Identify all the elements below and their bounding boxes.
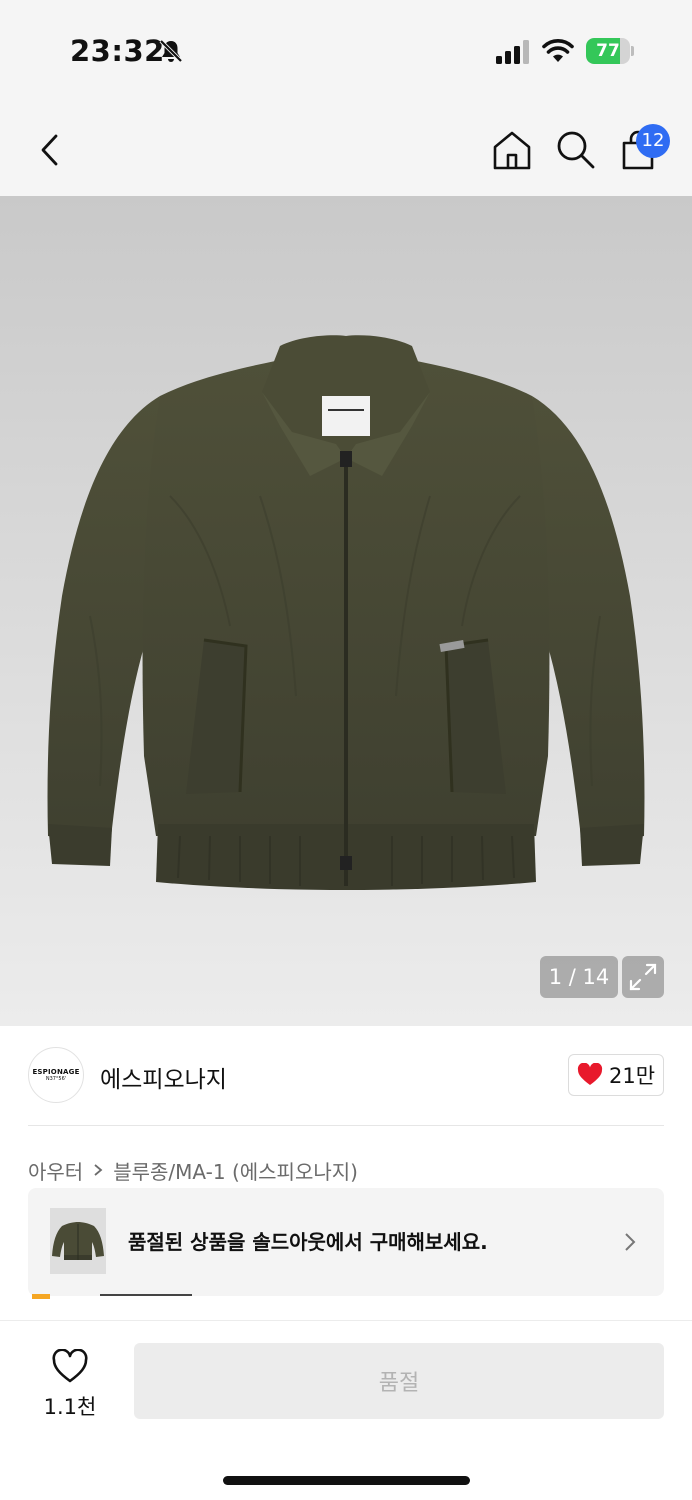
soldout-button[interactable]: 품절 [134,1343,664,1419]
soldout-banner-text: 품절된 상품을 솔드아웃에서 구매해보세요. [128,1230,488,1254]
brand-logo-text: ESPIONAGE [32,1068,80,1076]
search-icon [557,131,595,169]
chevron-right-icon [94,1164,103,1176]
back-icon [41,134,58,166]
battery-body: 77 [586,38,630,64]
signal-icon [496,40,529,64]
breadcrumb-level2[interactable]: 블루종/MA-1 (에스피오나지) [113,1156,358,1185]
status-bar: 23:32 77 [0,0,692,100]
banner-thumbnail [50,1208,106,1274]
home-button[interactable] [490,128,534,172]
home-indicator [223,1476,470,1485]
wishlist-button[interactable]: 1.1천 [28,1345,112,1425]
chevron-right-icon [625,1233,636,1251]
nav-bar [0,100,692,196]
image-counter: 1 / 14 [540,956,618,998]
brand-row: ESPIONAGE N37°56' 에스피오나지 21만 [0,1026,692,1126]
battery-cap [631,46,634,56]
brand-like-count: 21만 [608,1064,656,1088]
brand-logo-sub: N37°56' [45,1076,67,1082]
product-image[interactable]: 1 / 14 [0,196,692,1026]
jacket-image [47,335,645,890]
underline [100,1294,192,1296]
divider [28,1125,664,1126]
breadcrumb-level1[interactable]: 아우터 [28,1156,83,1185]
brand-logo[interactable]: ESPIONAGE N37°56' [28,1047,84,1103]
heart-outline-icon [52,1349,88,1383]
battery-icon: 77 [586,38,634,64]
brand-name[interactable]: 에스피오나지 [100,1060,227,1094]
bell-off-icon [159,39,183,63]
battery-percent: 77 [596,41,620,61]
wifi-icon [542,39,574,62]
wishlist-count: 1.1천 [43,1395,97,1419]
home-icon [493,131,531,170]
back-button[interactable] [30,128,70,172]
expand-button[interactable] [622,956,664,998]
bottom-action-bar: 1.1천 품절 [0,1320,692,1500]
heart-icon [577,1063,603,1085]
partial-review-row [32,1294,232,1300]
expand-icon [629,963,657,991]
soldout-banner[interactable]: 품절된 상품을 솔드아웃에서 구매해보세요. [28,1188,664,1296]
breadcrumb: 아우터 블루종/MA-1 (에스피오나지) [28,1155,358,1185]
brand-like-button[interactable]: 21만 [568,1054,664,1096]
status-time: 23:32 [70,34,165,68]
star-icon [32,1294,50,1299]
cart-count-badge: 12 [636,124,670,158]
search-button[interactable] [554,128,598,172]
jacket-thumbnail-image [52,1222,104,1260]
